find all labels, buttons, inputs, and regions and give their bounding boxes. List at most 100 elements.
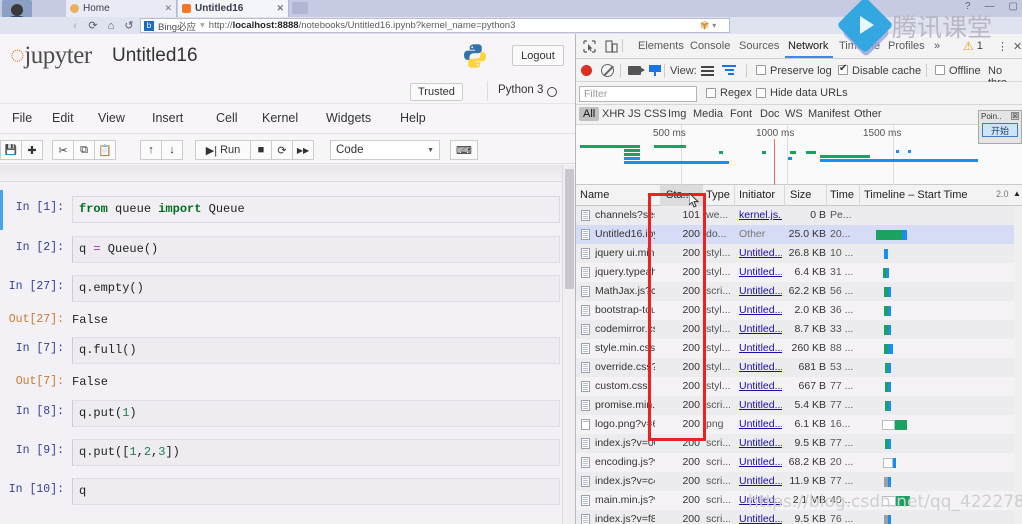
type-chip-all[interactable]: All <box>579 107 600 121</box>
table-row[interactable]: override.css?r=...200styl...Untitled...6… <box>576 358 1022 377</box>
menu-view[interactable]: View <box>98 111 125 125</box>
view-waterfall-icon[interactable] <box>722 65 736 77</box>
cell-input[interactable]: q = Queue() <box>72 236 560 263</box>
clear-button[interactable] <box>601 64 614 77</box>
pointer-popup-close-icon[interactable]: ⊠ <box>1011 112 1019 120</box>
column-divider[interactable] <box>826 185 827 206</box>
type-chip-other[interactable]: Other <box>854 108 882 120</box>
table-row[interactable]: encoding.js?v=...200scri...Untitled...68… <box>576 453 1022 472</box>
hide-data-urls-checkbox[interactable] <box>756 88 766 98</box>
disable-cache-label[interactable]: Disable cache <box>852 65 921 77</box>
copy-cell-button[interactable]: ⧉ <box>73 140 95 160</box>
table-row[interactable]: jquery.typeahea...200styl...Untitled...6… <box>576 263 1022 282</box>
table-row[interactable]: main.min.js?v=...200scri...Untitled...2.… <box>576 491 1022 510</box>
regex-checkbox[interactable] <box>706 88 716 98</box>
tab-profiles[interactable]: Profiles <box>888 40 925 52</box>
menu-kernel[interactable]: Kernel <box>262 111 298 125</box>
tab-console[interactable]: Console <box>690 40 730 52</box>
notebook-cell[interactable]: In [1]: from queue import Queue <box>0 190 560 230</box>
move-cell-up-button[interactable]: ↑ <box>140 140 162 160</box>
column-header-status[interactable]: Sta... <box>666 189 692 201</box>
type-chip-ws[interactable]: WS <box>785 108 803 120</box>
view-list-icon[interactable] <box>701 66 714 76</box>
cell-type-select[interactable]: Code ▼ <box>330 140 440 160</box>
reload-icon[interactable]: ⟳ <box>84 17 102 34</box>
column-divider[interactable] <box>734 185 735 206</box>
devtools-menu-icon[interactable]: ⋮ <box>997 40 1008 53</box>
restart-run-all-button[interactable]: ▶▶ <box>292 140 314 160</box>
notebook-title[interactable]: Untitled16 <box>112 45 198 67</box>
menu-edit[interactable]: Edit <box>52 111 74 125</box>
cell-input[interactable]: q.empty() <box>72 275 560 302</box>
notebook-scrollbar[interactable] <box>562 165 575 524</box>
run-cell-button[interactable]: ▶| Run <box>195 140 251 160</box>
filter-icon[interactable] <box>649 65 661 76</box>
maximize-button[interactable]: ▢ <box>1009 1 1018 12</box>
more-tabs-icon[interactable]: » <box>934 40 940 52</box>
home-icon[interactable]: ⌂ <box>102 17 120 34</box>
browser-new-tab-button[interactable] <box>292 2 308 14</box>
paste-cell-button[interactable]: 📋 <box>94 140 116 160</box>
preserve-log-label[interactable]: Preserve log <box>770 65 832 77</box>
capture-screenshots-icon[interactable] <box>628 66 645 75</box>
notebook-cell[interactable]: In [10]: q <box>0 478 560 505</box>
offline-label[interactable]: Offline <box>949 65 981 77</box>
cell-input[interactable]: q.put([1,2,3]) <box>72 439 560 466</box>
tab-close-untitled16[interactable]: ✕ <box>276 3 284 14</box>
type-chip-manifest[interactable]: Manifest <box>808 108 850 120</box>
insert-cell-button[interactable]: ✚ <box>21 140 43 160</box>
minimize-button[interactable]: — <box>985 1 995 12</box>
offline-checkbox[interactable] <box>935 65 945 75</box>
network-request-table[interactable]: channels?sessio...101we...kernel.js...0 … <box>576 206 1022 524</box>
type-chip-css[interactable]: CSS <box>644 108 667 120</box>
column-divider[interactable] <box>859 185 860 206</box>
notebook-cell[interactable]: In [7]: q.full() <box>0 337 560 364</box>
type-chip-font[interactable]: Font <box>730 108 752 120</box>
move-cell-down-button[interactable]: ↓ <box>161 140 183 160</box>
inspect-element-icon[interactable] <box>581 38 597 54</box>
table-row[interactable]: jquery ui.min.cs...200styl...Untitled...… <box>576 244 1022 263</box>
type-chip-xhr[interactable]: XHR <box>602 108 625 120</box>
tab-sources[interactable]: Sources <box>739 40 779 52</box>
column-header-size[interactable]: Size <box>790 189 811 201</box>
table-row[interactable]: logo.png?v=641...200pngUntitled...6.1 KB… <box>576 415 1022 434</box>
browser-tab-untitled16[interactable]: Untitled16 ✕ <box>178 0 289 17</box>
type-chip-img[interactable]: Img <box>668 108 686 120</box>
column-header-timeline[interactable]: Timeline – Start Time <box>864 189 968 201</box>
column-header-name[interactable]: Name <box>580 189 609 201</box>
cell-input[interactable]: q.full() <box>72 337 560 364</box>
pointer-popup[interactable]: Poin.. ⊠ 开始 <box>978 110 1022 144</box>
type-chip-media[interactable]: Media <box>693 108 723 120</box>
column-header-initiator[interactable]: Initiator <box>739 189 775 201</box>
browser-tab-home[interactable]: Home ✕ <box>66 0 177 17</box>
address-bar[interactable]: b Bing必应 ▾ http://localhost:8888/noteboo… <box>140 18 730 33</box>
tab-elements[interactable]: Elements <box>638 40 684 52</box>
notebook-cell[interactable]: In [2]: q = Queue() <box>0 236 560 263</box>
devtools-close-icon[interactable]: ✕ <box>1013 40 1022 53</box>
table-row[interactable]: channels?sessio...101we...kernel.js...0 … <box>576 206 1022 225</box>
network-timeline-overview[interactable]: 500 ms 1000 ms 1500 ms <box>576 125 1022 185</box>
column-header-type[interactable]: Type <box>706 189 730 201</box>
column-divider[interactable] <box>784 185 785 206</box>
filter-input[interactable]: Filter <box>579 86 697 102</box>
column-divider[interactable] <box>702 185 703 206</box>
logout-button[interactable]: Logout <box>512 45 564 66</box>
table-row[interactable]: custom.css 200 styl... Untitled... 667 B 77 .… <box>576 377 1022 396</box>
cell-input[interactable]: q.put(1) <box>72 400 560 427</box>
menu-cell[interactable]: Cell <box>216 111 238 125</box>
table-row[interactable]: bootstrap-tour...200styl...Untitled...2.… <box>576 301 1022 320</box>
notebook-cell[interactable]: In [27]: q.empty() <box>0 275 560 302</box>
table-row[interactable]: index.js?v=f865...200scri...Untitled...9… <box>576 510 1022 524</box>
cell-input[interactable]: q <box>72 478 560 505</box>
extension-icon[interactable]: ✾ <box>700 19 709 32</box>
menu-help[interactable]: Help <box>400 111 426 125</box>
type-chip-js[interactable]: JS <box>628 108 641 120</box>
hide-data-urls-label[interactable]: Hide data URLs <box>770 87 848 99</box>
network-table-scrollbar[interactable] <box>1014 206 1022 524</box>
table-row[interactable]: codemirror.css?...200styl...Untitled...8… <box>576 320 1022 339</box>
table-row[interactable]: Untitled16.ipyn...200do...Other25.0 KB20… <box>576 225 1022 244</box>
address-dropdown-icon[interactable]: ▾ <box>712 21 716 30</box>
notebook-scrollbar-thumb[interactable] <box>565 169 574 289</box>
history-icon[interactable]: ↺ <box>120 17 138 34</box>
cell-input[interactable]: from queue import Queue <box>72 196 560 223</box>
